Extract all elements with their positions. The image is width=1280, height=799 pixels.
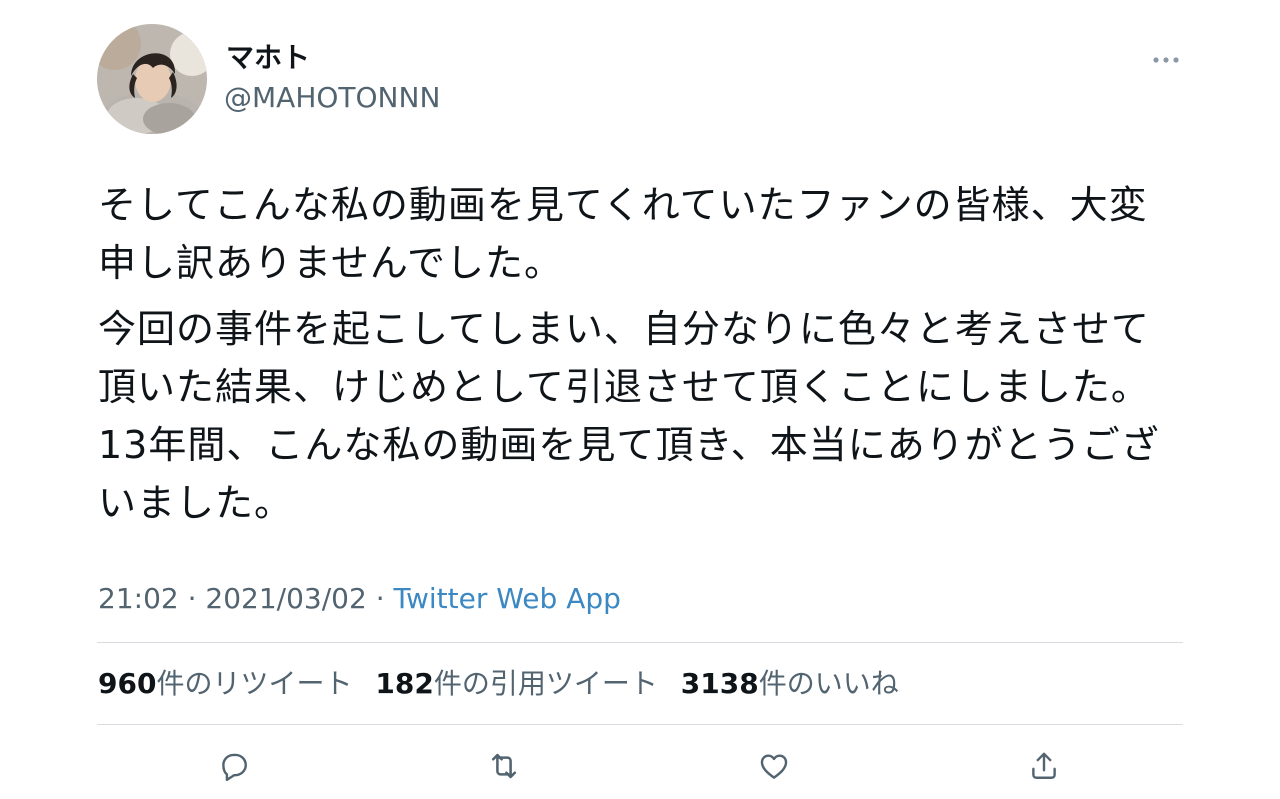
tweet-detail: マホト @MAHOTONNN そしてこんな私の動画を見てくれていたファンの皆様、…	[0, 0, 1280, 799]
author-display-name[interactable]: マホト	[226, 40, 310, 76]
tweet-paragraph: 今回の事件を起こしてしまい、自分なりに色々と考えさせて 頂いた結果、けじめとして…	[98, 300, 1188, 532]
more-horizontal-icon	[1153, 57, 1179, 63]
tweet-date[interactable]: 2021/03/02	[205, 582, 366, 615]
retweets-stat[interactable]: 960件のリツイート	[98, 667, 352, 700]
likes-label: 件のいいね	[758, 667, 899, 700]
more-options-button[interactable]	[1146, 48, 1186, 72]
tweet-line: 頂いた結果、けじめとして引退させて頂くことにしました。	[98, 365, 1150, 409]
tweet-line: いました。	[98, 481, 294, 525]
tweet-text: そしてこんな私の動画を見てくれていたファンの皆様、大変 申し訳ありませんでした。…	[98, 176, 1188, 532]
retweet-icon	[491, 753, 517, 779]
tweet-line: そしてこんな私の動画を見てくれていたファンの皆様、大変	[98, 183, 1148, 227]
share-button[interactable]	[1024, 746, 1064, 786]
tweet-line: 13年間、こんな私の動画を見て頂き、本当にありがとうござ	[98, 423, 1160, 467]
divider	[97, 642, 1183, 643]
quotes-label: 件の引用ツイート	[433, 667, 658, 700]
share-icon	[1032, 752, 1056, 779]
reply-icon	[222, 753, 247, 782]
quotes-count: 182	[375, 667, 434, 700]
retweets-label: 件のリツイート	[156, 667, 353, 700]
quotes-stat[interactable]: 182件の引用ツイート	[375, 667, 657, 700]
tweet-paragraph: そしてこんな私の動画を見てくれていたファンの皆様、大変 申し訳ありませんでした。	[98, 176, 1188, 292]
meta-separator: ·	[366, 582, 394, 615]
tweet-meta: 21:02 · 2021/03/02 · Twitter Web App	[98, 580, 621, 618]
likes-stat[interactable]: 3138件のいいね	[681, 667, 899, 700]
avatar[interactable]	[97, 24, 207, 134]
retweet-button[interactable]	[484, 746, 524, 786]
meta-separator: ·	[178, 582, 206, 615]
avatar-image	[97, 24, 207, 134]
heart-icon	[760, 754, 788, 779]
tweet-line: 申し訳ありませんでした。	[98, 241, 563, 285]
reply-button[interactable]	[214, 746, 254, 786]
author-handle[interactable]: @MAHOTONNN	[224, 80, 440, 116]
tweet-source-link[interactable]: Twitter Web App	[394, 582, 621, 615]
tweet-line: 今回の事件を起こしてしまい、自分なりに色々と考えさせて	[98, 307, 1150, 351]
tweet-stats: 960件のリツイート 182件の引用ツイート 3138件のいいね	[98, 664, 913, 704]
like-button[interactable]	[754, 746, 794, 786]
likes-count: 3138	[680, 667, 759, 700]
retweets-count: 960	[98, 667, 157, 700]
tweet-time[interactable]: 21:02	[98, 582, 179, 615]
divider	[97, 724, 1183, 725]
